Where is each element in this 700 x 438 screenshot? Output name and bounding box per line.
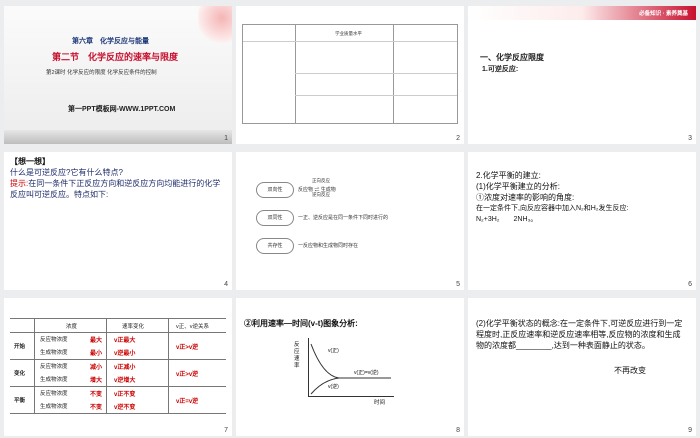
slide-7-thumbnail[interactable]: 浓度 速率变化 v正、v逆关系 开始 变化 平衡 反应物浓度 生成物浓度 反应物… (4, 298, 232, 436)
curve-equal: v(正)=v(逆) (354, 370, 379, 376)
curve-reverse: v(逆) (328, 384, 339, 390)
slide-1-thumbnail[interactable]: 第六章 化学反应与能量 第二节 化学反应的速率与限度 第2课时 化学反应的限度 … (4, 6, 232, 144)
forward-label: 正向反应 (312, 178, 330, 183)
line-1: 2.化学平衡的建立: (476, 171, 541, 180)
slide-number: 2 (456, 135, 460, 142)
rate-answer: v正最大 (114, 338, 136, 344)
slide-number: 8 (456, 427, 460, 434)
x-axis (308, 396, 394, 397)
row-change: 变化 (14, 371, 26, 377)
slide-number: 4 (224, 281, 228, 288)
section-title: 第二节 化学反应的速率与限度 (52, 52, 179, 62)
rate-table: 浓度 速率变化 v正、v逆关系 开始 变化 平衡 反应物浓度 生成物浓度 反应物… (10, 318, 226, 414)
item-1: 反应物 ⇌ 生成物 (298, 187, 336, 193)
line-4: 在一定条件下,向反应容器中加入N₂和H₂发生反应: (476, 205, 629, 212)
banner-text: 必备知识 · 素养奠基 (639, 11, 688, 17)
product-label: 生成物浓度 (40, 377, 68, 383)
answer: 最大 (90, 338, 103, 344)
item-3: 一反应物和生成物同时存在 (298, 243, 359, 249)
rate-answer: v逆不变 (114, 405, 136, 411)
slide-3-thumbnail[interactable]: 必备知识 · 素养奠基 一、化学反应限度 1.可逆反应: 3 (468, 6, 696, 144)
item-2: 一正、逆反应是在同一条件下同时进行的 (298, 215, 389, 221)
subheading: 1.可逆反应: (482, 66, 519, 73)
answer: 最小 (90, 351, 103, 357)
product-label: 生成物浓度 (40, 404, 68, 410)
slide-number: 7 (224, 427, 228, 434)
hint-text: 在同一条件下正反应方向和逆反应方向均能进行的化学反应叫可逆反应。特点如下: (10, 179, 221, 199)
relation-answer: v正=v逆 (176, 399, 199, 405)
slide-number: 5 (456, 281, 460, 288)
line-3: ①浓度对速率的影响的角度: (476, 193, 575, 202)
quality-table: 学业质量水平 (242, 24, 458, 124)
pill-bidirectional: 双向性 (256, 182, 294, 198)
hint-label: 提示: (10, 179, 29, 188)
rate-answer: v正不变 (114, 392, 136, 398)
col-rate: 速率变化 (122, 324, 145, 330)
line-2: (1)化学平衡建立的分析: (476, 182, 560, 191)
heading: 一、化学反应限度 (480, 53, 544, 62)
rate-answer: v逆最小 (114, 351, 136, 357)
blank: ________ (516, 341, 552, 350)
answer: 不变 (90, 392, 103, 398)
lesson-title: 第2课时 化学反应的限度 化学反应条件的控制 (46, 70, 157, 76)
slide-5-thumbnail[interactable]: 双向性 双同性 共存性 正向反应 逆向反应 反应物 ⇌ 生成物 一正、逆反应是在… (236, 152, 464, 290)
slide-number: 6 (688, 281, 692, 288)
think-title: 【想一想】 (10, 157, 50, 166)
slide-9-thumbnail[interactable]: (2)化学平衡状态的概念:在一定条件下,可逆反应进行到一定程度时,正反应速率和逆… (468, 298, 696, 436)
answer: 不变 (90, 405, 103, 411)
curve-forward: v(正) (328, 348, 339, 354)
x-label: 时间 (374, 400, 386, 406)
answer: 增大 (90, 378, 103, 384)
pill-coexist: 共存性 (256, 238, 294, 254)
line-5: N₂+3H₂ 2NH₃。 (476, 216, 538, 223)
col-relation: v正、v逆关系 (176, 324, 210, 330)
slide-2-thumbnail[interactable]: 学业质量水平 2 (236, 6, 464, 144)
rate-answer: v逆增大 (114, 378, 136, 384)
slide-number: 3 (688, 135, 692, 142)
rate-curves (310, 343, 391, 395)
rate-answer: v正减小 (114, 365, 136, 371)
row-equilibrium: 平衡 (14, 398, 26, 404)
answer: 减小 (90, 365, 103, 371)
flower-decoration-icon (198, 6, 232, 46)
slide-number: 1 (224, 135, 228, 142)
wave-decoration (4, 130, 232, 144)
reactant-label: 反应物浓度 (40, 391, 68, 397)
concept-tail: ,达到一种表面静止的状态。 (551, 341, 650, 350)
slide-number: 9 (688, 427, 692, 434)
chapter-title: 第六章 化学反应与能量 (72, 38, 149, 45)
slide-6-thumbnail[interactable]: 2.化学平衡的建立: (1)化学平衡建立的分析: ①浓度对速率的影响的角度: 在… (468, 152, 696, 290)
relation-answer: v正>v逆 (176, 372, 199, 378)
question: 什么是可逆反应?它有什么特点? (10, 168, 123, 177)
row-start: 开始 (14, 344, 26, 350)
reactant-label: 反应物浓度 (40, 364, 68, 370)
slide-4-thumbnail[interactable]: 【想一想】 什么是可逆反应?它有什么特点? 提示:在同一条件下正反应方向和逆反应… (4, 152, 232, 290)
y-label: 反应速率 (294, 342, 300, 369)
table-header: 学业质量水平 (335, 31, 362, 36)
pill-same-condition: 双同性 (256, 210, 294, 226)
slide-8-thumbnail[interactable]: ②利用速率—时间(v-t)图象分析: 反应速率 时间 v(正) v(逆) v(正… (236, 298, 464, 436)
answer: 不再改变 (614, 366, 646, 375)
col-concentration: 浓度 (66, 324, 78, 330)
brand-text: 第一PPT模板网-WWW.1PPT.COM (68, 106, 176, 113)
product-label: 生成物浓度 (40, 350, 68, 356)
graph-title: ②利用速率—时间(v-t)图象分析: (244, 319, 358, 328)
relation-answer: v正>v逆 (176, 345, 199, 351)
reactant-label: 反应物浓度 (40, 337, 68, 343)
